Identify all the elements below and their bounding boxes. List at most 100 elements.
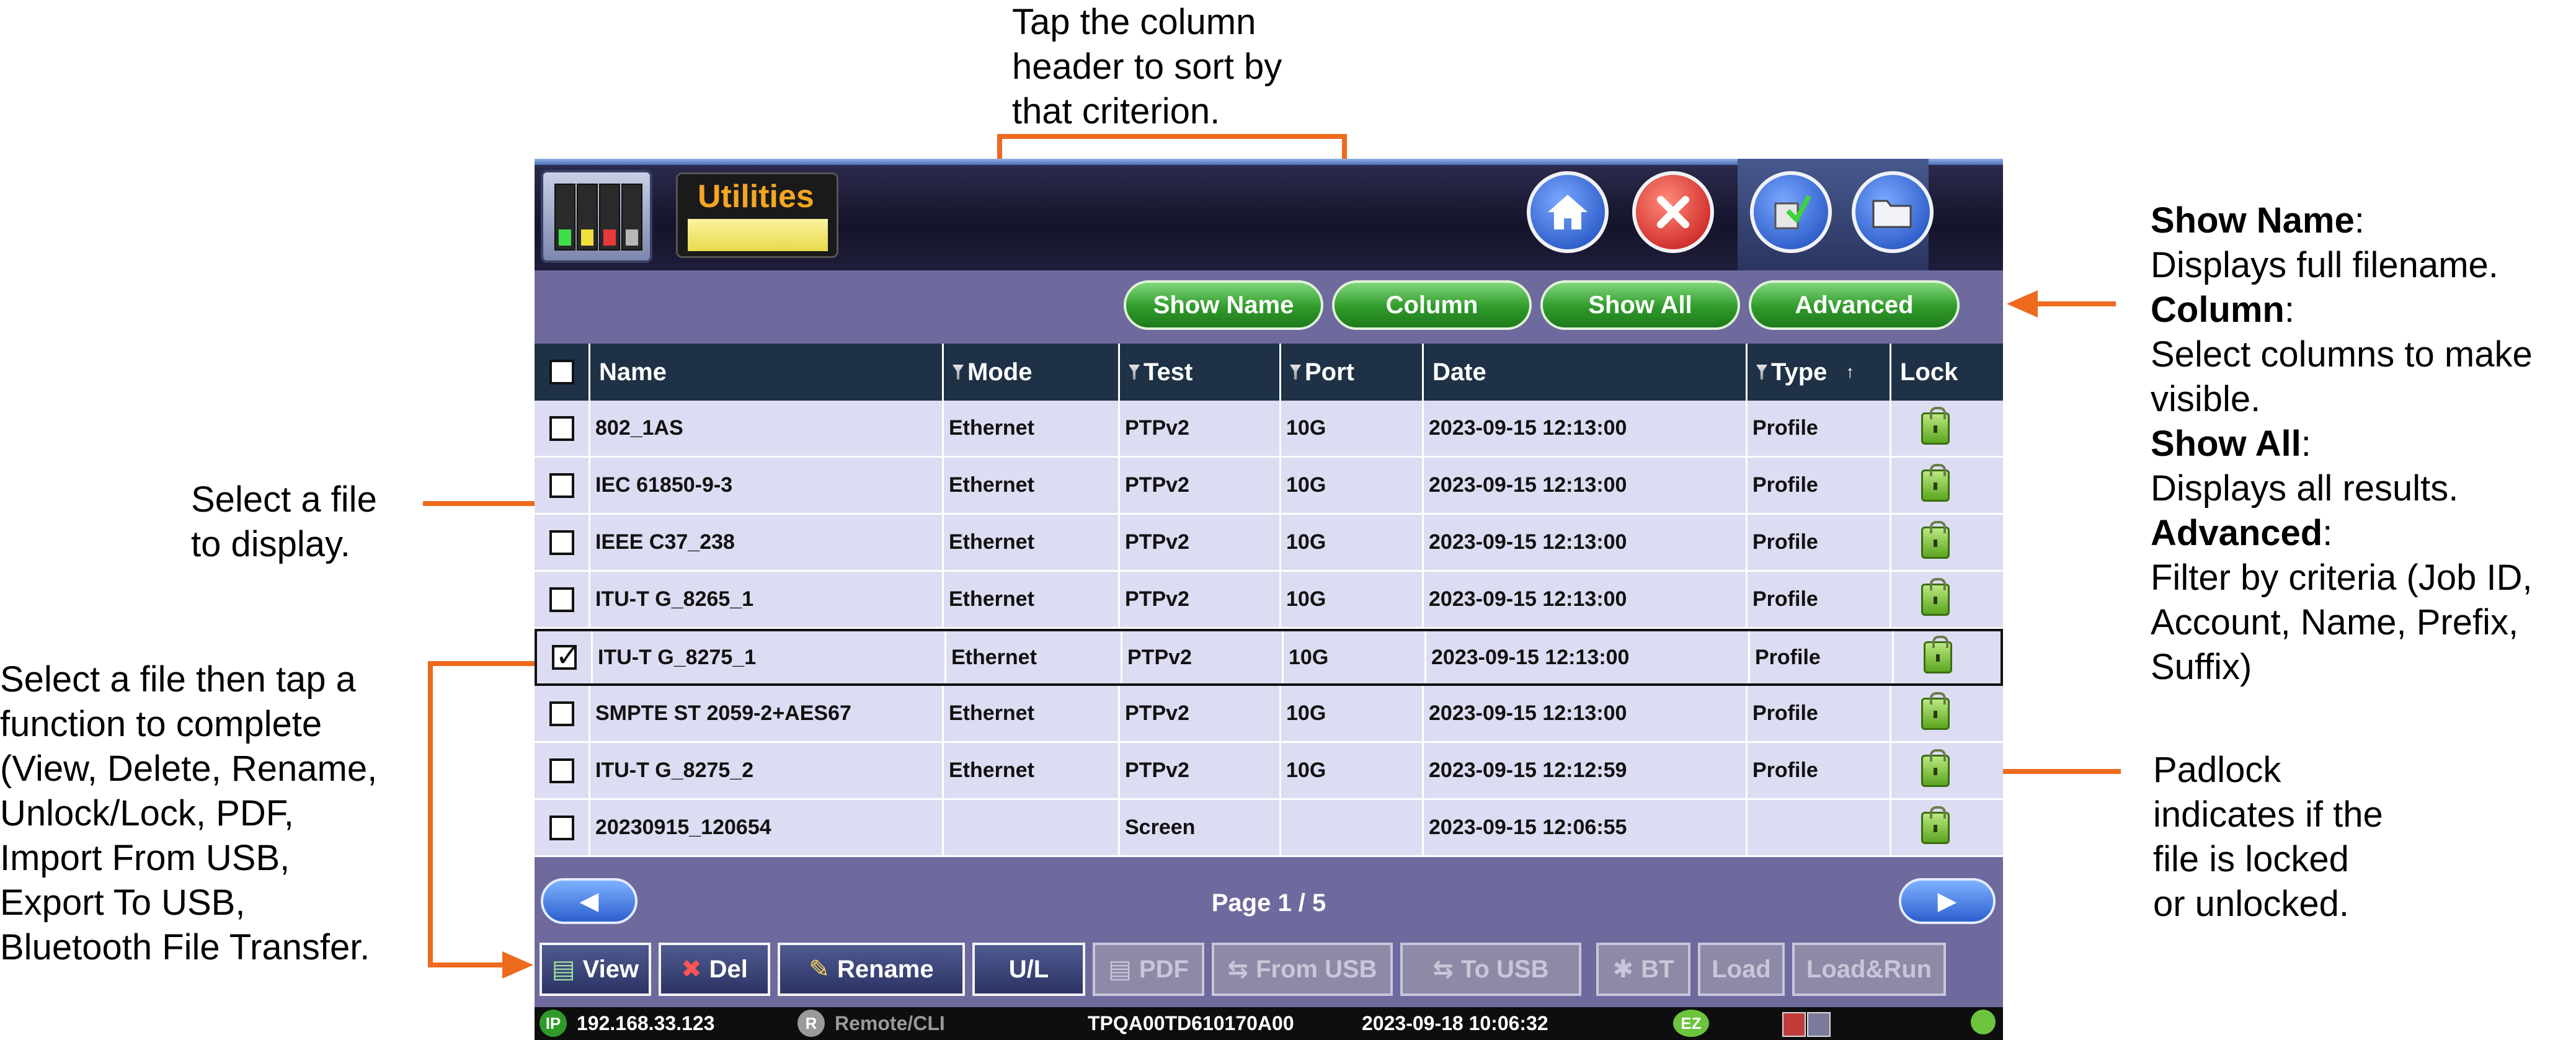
file-mode bbox=[944, 800, 1120, 855]
file-type: Profile bbox=[1748, 515, 1891, 570]
pdf-button[interactable]: ▤ PDF bbox=[1093, 943, 1204, 996]
folder-icon bbox=[1872, 200, 1912, 228]
file-test: PTPv2 bbox=[1120, 458, 1281, 513]
padlock-icon[interactable] bbox=[1921, 520, 1950, 559]
file-name: ITU-T G_8275_2 bbox=[590, 743, 944, 798]
load-label: Load bbox=[1712, 955, 1771, 983]
load-and-run-label: Load&Run bbox=[1806, 955, 1932, 983]
system-datetime: 2023-09-18 10:06:32 bbox=[1362, 1012, 1548, 1034]
file-port: 10G bbox=[1281, 401, 1424, 456]
table-row[interactable]: ITU-T G_8275_2 Ethernet PTPv2 10G 2023-09-15… bbox=[535, 743, 2003, 800]
save-file-button[interactable] bbox=[1750, 171, 1832, 253]
padlock-icon[interactable] bbox=[1921, 577, 1950, 616]
padlock-note-line: indicates if the bbox=[2153, 794, 2383, 835]
app-title: Utilities bbox=[698, 179, 814, 215]
row-checkbox[interactable] bbox=[549, 530, 574, 555]
column-header-name[interactable]: Name bbox=[590, 344, 944, 401]
export-to-usb-button[interactable]: ⇆ To USB bbox=[1400, 943, 1581, 996]
file-date: 2023-09-15 12:13:00 bbox=[1424, 572, 1748, 627]
row-checkbox[interactable] bbox=[549, 473, 574, 498]
table-row[interactable]: IEC 61850-9-3 Ethernet PTPv2 10G 2023-09-15 … bbox=[535, 458, 2003, 515]
remote-status: Remote/CLI bbox=[835, 1012, 945, 1034]
file-test: PTPv2 bbox=[1120, 743, 1281, 798]
table-row[interactable]: 20230915_120654 Screen 2023-09-15 12:06:55 bbox=[535, 800, 2003, 857]
utilities-tab-swatch bbox=[688, 219, 828, 251]
padlock-note-line: file is locked bbox=[2153, 839, 2349, 879]
padlock-connector bbox=[1989, 769, 2121, 774]
load-button[interactable]: Load bbox=[1698, 943, 1785, 996]
usb-icon: ⇆ bbox=[1227, 955, 1248, 984]
power-icon bbox=[1971, 1010, 1996, 1034]
row-checkbox[interactable] bbox=[549, 758, 574, 783]
load-and-run-button[interactable]: Load&Run bbox=[1792, 943, 1946, 996]
import-from-usb-button[interactable]: ⇆ From USB bbox=[1212, 943, 1393, 996]
toolbar-arrowhead bbox=[2007, 290, 2038, 318]
sort-ascending-icon: ↑ bbox=[1845, 362, 1855, 381]
row-checkbox[interactable] bbox=[549, 587, 574, 612]
column-header-test[interactable]: Test bbox=[1120, 344, 1281, 401]
open-folder-button[interactable] bbox=[1852, 171, 1934, 253]
padlock-icon[interactable] bbox=[1924, 636, 1952, 673]
file-type: Profile bbox=[1748, 743, 1891, 798]
show-all-button[interactable]: Show All bbox=[1540, 280, 1740, 330]
padlock-icon[interactable] bbox=[1921, 806, 1950, 844]
serial-number: TPQA00TD610170A00 bbox=[1088, 1012, 1294, 1034]
padlock-note: Padlock indicates if the file is locked … bbox=[2153, 748, 2383, 927]
table-row[interactable]: IEEE C37_238 Ethernet PTPv2 10G 2023-09-15 1… bbox=[535, 515, 2003, 572]
header-label: Test bbox=[1144, 358, 1193, 386]
delete-button[interactable]: ✖ Del bbox=[659, 943, 770, 996]
document-icon: ▤ bbox=[551, 955, 575, 984]
show-all-title: Show All bbox=[2151, 424, 2301, 464]
file-name: SMPTE ST 2059-2+AES67 bbox=[590, 686, 944, 741]
select-all-header[interactable] bbox=[535, 344, 590, 401]
show-name-desc: Displays full filename. bbox=[2151, 245, 2498, 285]
select-all-checkbox[interactable] bbox=[549, 360, 574, 384]
column-header-type[interactable]: Type ↑ bbox=[1748, 344, 1891, 401]
file-mode: Ethernet bbox=[944, 686, 1120, 741]
close-button[interactable] bbox=[1632, 171, 1714, 253]
toolbar-connector bbox=[2035, 301, 2116, 306]
home-icon bbox=[1548, 195, 1588, 229]
column-button[interactable]: Column bbox=[1332, 280, 1532, 330]
padlock-icon[interactable] bbox=[1921, 749, 1950, 787]
unlock-lock-button[interactable]: U/L bbox=[972, 943, 1085, 996]
file-type: Profile bbox=[1748, 458, 1891, 513]
file-date: 2023-09-15 12:13:00 bbox=[1426, 631, 1750, 683]
table-row[interactable]: ITU-T G_8265_1 Ethernet PTPv2 10G 2023-09-15… bbox=[535, 572, 2003, 629]
rename-button[interactable]: ✎ Rename bbox=[778, 943, 965, 996]
file-date: 2023-09-15 12:12:59 bbox=[1424, 743, 1748, 798]
bluetooth-button[interactable]: ✱ BT bbox=[1596, 943, 1690, 996]
show-name-button[interactable]: Show Name bbox=[1124, 280, 1323, 330]
table-row[interactable]: SMPTE ST 2059-2+AES67 Ethernet PTPv2 10G 202… bbox=[535, 686, 2003, 743]
padlock-icon[interactable] bbox=[1921, 691, 1950, 730]
column-header-lock[interactable]: Lock bbox=[1891, 344, 2003, 401]
next-page-button[interactable]: ▶ bbox=[1899, 878, 1996, 924]
pdf-icon: ▤ bbox=[1108, 955, 1132, 984]
row-checkbox[interactable] bbox=[549, 416, 574, 441]
padlock-icon[interactable] bbox=[1921, 406, 1950, 445]
note-line: Bluetooth File Transfer. bbox=[0, 927, 370, 967]
column-title: Column bbox=[2151, 290, 2285, 330]
view-button[interactable]: ▤ View bbox=[540, 943, 651, 996]
row-checkbox[interactable] bbox=[549, 815, 574, 840]
row-checkbox[interactable] bbox=[549, 701, 574, 726]
utilities-tab[interactable]: Utilities bbox=[676, 172, 838, 258]
title-bar: Utilities bbox=[535, 159, 2003, 270]
lock-cell bbox=[1891, 800, 2003, 855]
advanced-button[interactable]: Advanced bbox=[1749, 280, 1960, 330]
home-button[interactable] bbox=[1527, 171, 1609, 253]
arrow-right-icon: ▶ bbox=[1937, 887, 1957, 915]
padlock-icon[interactable] bbox=[1921, 463, 1950, 502]
header-label: Type bbox=[1771, 358, 1828, 386]
file-type bbox=[1748, 800, 1891, 855]
table-row[interactable]: ITU-T G_8275_1EthernetPTPv210G2023-09-15… bbox=[535, 629, 2003, 686]
column-header-port[interactable]: Port bbox=[1281, 344, 1424, 401]
column-header-mode[interactable]: Mode bbox=[944, 344, 1120, 401]
row-checkbox[interactable] bbox=[551, 639, 580, 673]
instrument-rack-icon[interactable] bbox=[541, 170, 652, 263]
file-type: Profile bbox=[1748, 686, 1891, 741]
ez-icon[interactable]: EZ bbox=[1673, 1010, 1709, 1037]
table-row[interactable]: 802_1AS Ethernet PTPv2 10G 2023-09-15 12:13:… bbox=[535, 401, 2003, 458]
page-indicator: Page 1 / 5 bbox=[1211, 889, 1326, 917]
column-header-date[interactable]: Date bbox=[1424, 344, 1748, 401]
